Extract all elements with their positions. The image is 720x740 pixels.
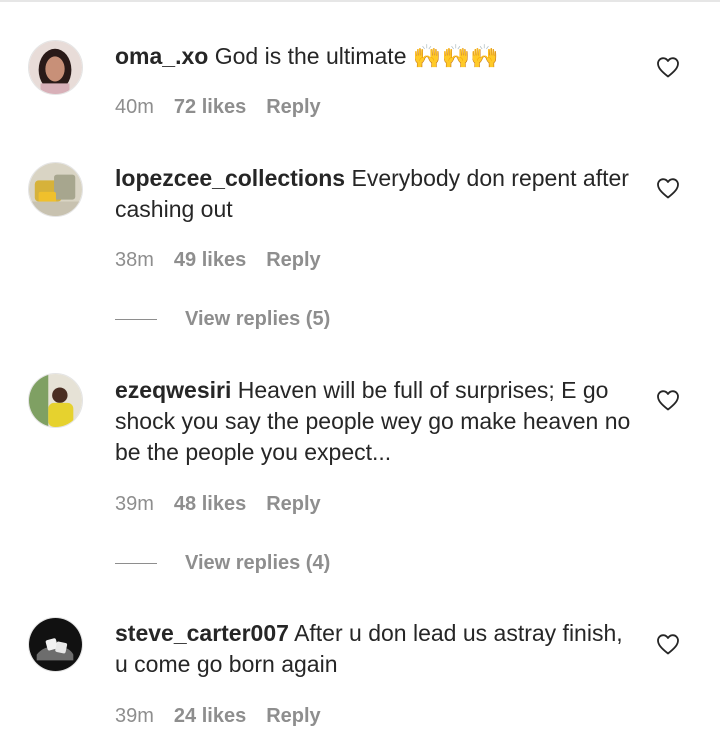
reply-button[interactable]: Reply <box>266 96 320 119</box>
comment-likes[interactable]: 48 likes <box>174 493 246 516</box>
comment-likes[interactable]: 24 likes <box>174 705 246 728</box>
heart-outline-icon[interactable] <box>656 633 680 655</box>
view-replies-label[interactable]: View replies (5) <box>185 308 330 331</box>
view-replies-button[interactable]: View replies (4) <box>115 552 330 575</box>
comment-username[interactable]: ezeqwesiri <box>115 377 231 403</box>
replies-divider-line <box>115 562 157 565</box>
comment-time: 38m <box>115 249 154 271</box>
avatar[interactable] <box>28 373 83 428</box>
heart-outline-icon[interactable] <box>656 56 680 78</box>
comment-time: 40m <box>115 96 154 118</box>
reply-button[interactable]: Reply <box>266 493 320 516</box>
comment-time: 39m <box>115 705 154 727</box>
reply-button[interactable]: Reply <box>266 705 320 728</box>
view-replies-label[interactable]: View replies (4) <box>185 552 330 575</box>
raised-hands-emoji: 🙌🙌🙌 <box>412 43 499 69</box>
replies-divider-line <box>115 318 157 321</box>
comment-username[interactable]: steve_carter007 <box>115 620 289 646</box>
reply-button[interactable]: Reply <box>266 249 320 272</box>
comment-likes[interactable]: 72 likes <box>174 96 246 119</box>
comment-likes[interactable]: 49 likes <box>174 249 246 272</box>
heart-outline-icon[interactable] <box>656 177 680 199</box>
view-replies-button[interactable]: View replies (5) <box>115 308 330 331</box>
top-divider <box>0 0 720 2</box>
comment-username[interactable]: oma_.xo <box>115 43 208 69</box>
comment-time: 39m <box>115 493 154 515</box>
heart-outline-icon[interactable] <box>656 389 680 411</box>
avatar[interactable] <box>28 162 83 217</box>
avatar[interactable] <box>28 40 83 95</box>
comment-text: God is the ultimate <box>214 43 407 69</box>
comment-username[interactable]: lopezcee_collections <box>115 165 345 191</box>
avatar[interactable] <box>28 617 83 672</box>
